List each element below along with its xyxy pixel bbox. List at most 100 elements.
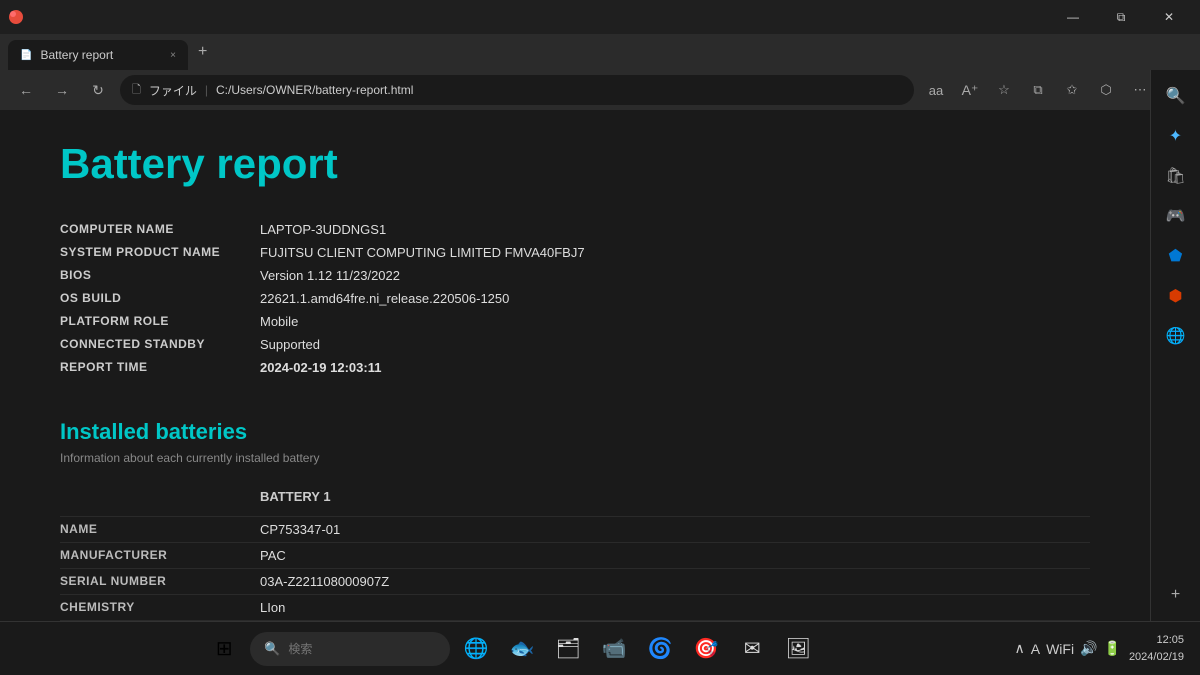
sidebar-search-button[interactable]: 🔍 [1158, 110, 1194, 114]
ellipsis-icon: ⋯ [1134, 82, 1147, 98]
sidebar-games-icon: 🎮 [1166, 206, 1186, 226]
chevron-up-icon[interactable]: ∧ [1014, 640, 1024, 657]
info-value: Supported [260, 337, 320, 352]
battery-row: SERIAL NUMBER 03A-Z221108000907Z [60, 568, 1090, 594]
wifi-icon[interactable]: WiFi [1046, 641, 1074, 657]
taskbar-right: ∧ A WiFi 🔊 🔋 12:05 2024/02/19 [1014, 632, 1184, 665]
battery-tray-icon[interactable]: 🔋 [1104, 640, 1121, 657]
refresh-button[interactable]: ↻ [84, 76, 112, 104]
info-label: BIOS [60, 268, 260, 283]
sidebar-shopping-button[interactable]: 🛍 [1158, 158, 1194, 194]
taskbar-search[interactable]: 🔍 [250, 632, 450, 666]
address-separator: | [205, 83, 208, 97]
battery-header-row: BATTERY 1 [60, 485, 1090, 508]
taskbar-fish-button[interactable]: 🐟 [502, 629, 542, 669]
taskbar-mail-button[interactable]: ✉ [732, 629, 772, 669]
section-subtitle: Information about each currently install… [60, 451, 1090, 465]
taskbar-edge-button[interactable]: 🌀 [640, 629, 680, 669]
system-tray: ∧ A WiFi 🔊 🔋 [1014, 640, 1120, 657]
info-row: SYSTEM PRODUCT NAME FUJITSU CLIENT COMPU… [60, 241, 1090, 264]
font-icon[interactable]: A [1031, 641, 1040, 657]
info-label: SYSTEM PRODUCT NAME [60, 245, 260, 260]
back-button[interactable]: ← [12, 76, 40, 104]
sidebar-office-button[interactable]: ⬢ [1158, 278, 1194, 314]
tab-bar: 📄 Battery report × + [0, 34, 1200, 70]
battery-spacer [60, 489, 260, 504]
taskbar-search-input[interactable] [288, 642, 428, 656]
minimize-button[interactable]: — [1050, 0, 1096, 34]
collections-button[interactable]: ⬡ [1092, 76, 1120, 104]
page-content: Battery report COMPUTER NAME LAPTOP-3UDD… [0, 110, 1150, 621]
info-row: BIOS Version 1.12 11/23/2022 [60, 264, 1090, 287]
active-tab[interactable]: 📄 Battery report × [8, 40, 188, 70]
sidebar-plus-icon: + [1171, 586, 1180, 604]
sidebar-bottom: + [1158, 577, 1194, 613]
taskbar-video-button[interactable]: 📹 [594, 629, 634, 669]
info-value: Version 1.12 11/23/2022 [260, 268, 400, 283]
taskbar-photos-button[interactable]: 🖼 [778, 629, 818, 669]
sidebar-outlook-icon: ⬟ [1169, 246, 1183, 266]
split-icon: ⧉ [1033, 82, 1042, 98]
info-row: OS BUILD 22621.1.amd64fre.ni_release.220… [60, 287, 1090, 310]
maximize-button[interactable]: ⧉ [1098, 0, 1144, 34]
battery-value: 03A-Z221108000907Z [260, 574, 389, 589]
battery-table: NAME CP753347-01 MANUFACTURER PAC SERIAL… [60, 516, 1090, 621]
forward-arrow-icon: → [55, 82, 69, 98]
battery-row: MANUFACTURER PAC [60, 542, 1090, 568]
info-label: OS BUILD [60, 291, 260, 306]
taskbar: ⊞ 🔍 🌐 🐟 🗂 📹 🌀 🎯 ✉ 🖼 [0, 621, 1200, 675]
read-aloud-icon: аа [929, 83, 943, 98]
battery-row: NAME CP753347-01 [60, 516, 1090, 542]
taskbar-games-button[interactable]: 🎯 [686, 629, 726, 669]
page-area: Battery report COMPUTER NAME LAPTOP-3UDD… [0, 110, 1200, 621]
nav-tools: аа A⁺ ☆ ⧉ ✩ ⬡ ⋯ ⊕ [922, 76, 1188, 104]
address-bar[interactable]: 🗋 ファイル | C:/Users/OWNER/battery-report.h… [120, 75, 914, 105]
system-info-table: COMPUTER NAME LAPTOP-3UDDNGS1 SYSTEM PRO… [60, 218, 1090, 379]
info-value: 2024-02-19 12:03:11 [260, 360, 381, 375]
nav-bar: ← → ↻ 🗋 ファイル | C:/Users/OWNER/battery-re… [0, 70, 1200, 110]
close-button[interactable]: ✕ [1146, 0, 1192, 34]
sidebar-copilot-button[interactable]: ✦ [1158, 118, 1194, 154]
new-tab-button[interactable]: + [190, 43, 215, 61]
star-icon: ☆ [998, 82, 1010, 98]
tab-title: Battery report [40, 48, 113, 62]
back-arrow-icon: ← [19, 82, 33, 98]
tab-close-icon[interactable]: × [170, 50, 176, 61]
favorite-button[interactable]: ☆ [990, 76, 1018, 104]
sidebar-edge-button[interactable]: 🌐 [1158, 318, 1194, 354]
taskbar-search-icon: 🔍 [264, 641, 280, 657]
read-aloud-button[interactable]: аа [922, 76, 950, 104]
browser-chrome: — ⧉ ✕ 📄 Battery report × + ← → ↻ 🗋 ファイル … [0, 0, 1200, 110]
battery-label: NAME [60, 522, 260, 537]
fish-icon: 🐟 [510, 636, 535, 661]
battery-value: PAC [260, 548, 286, 563]
reader-view-button[interactable]: A⁺ [956, 76, 984, 104]
page-title: Battery report [60, 140, 1090, 188]
sidebar-outlook-button[interactable]: ⬟ [1158, 238, 1194, 274]
sidebar-expand-button[interactable]: + [1158, 577, 1194, 613]
info-row: PLATFORM ROLE Mobile [60, 310, 1090, 333]
battery-value: LIon [260, 600, 285, 615]
battery-label: MANUFACTURER [60, 548, 260, 563]
info-label: PLATFORM ROLE [60, 314, 260, 329]
favorites-panel-button[interactable]: ✩ [1058, 76, 1086, 104]
mail-icon: ✉ [744, 636, 761, 661]
clock[interactable]: 12:05 2024/02/19 [1129, 632, 1184, 665]
split-screen-button[interactable]: ⧉ [1024, 76, 1052, 104]
info-row: CONNECTED STANDBY Supported [60, 333, 1090, 356]
info-value: FUJITSU CLIENT COMPUTING LIMITED FMVA40F… [260, 245, 585, 260]
taskbar-files-button[interactable]: 🗂 [548, 629, 588, 669]
taskbar-browser-button[interactable]: 🌐 [456, 629, 496, 669]
start-button[interactable]: ⊞ [204, 629, 244, 669]
windows-logo-icon: ⊞ [216, 636, 233, 661]
clock-date: 2024/02/19 [1129, 649, 1184, 666]
edge-sidebar: 🔍 ✦ 🛍 🎮 ⬟ ⬢ 🌐 + [1150, 110, 1200, 621]
refresh-icon: ↻ [92, 82, 104, 99]
sidebar-games-button[interactable]: 🎮 [1158, 198, 1194, 234]
sidebar-copilot-icon: ✦ [1169, 126, 1182, 146]
volume-icon[interactable]: 🔊 [1080, 640, 1097, 657]
forward-button[interactable]: → [48, 76, 76, 104]
title-bar: — ⧉ ✕ [0, 0, 1200, 34]
files-icon: 🗂 [556, 636, 581, 661]
address-path: C:/Users/OWNER/battery-report.html [216, 83, 413, 97]
